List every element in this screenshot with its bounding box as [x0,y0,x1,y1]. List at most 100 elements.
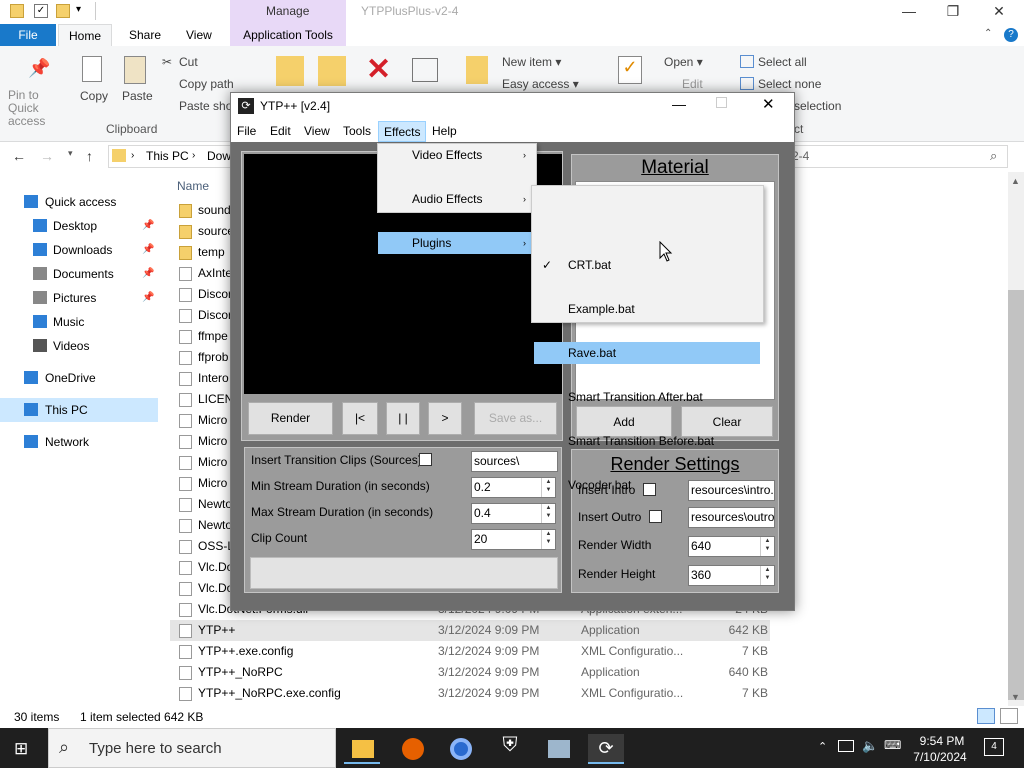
name-column-header[interactable]: Name [177,179,209,193]
next-frame-button[interactable]: > [428,402,462,435]
plugin-item[interactable]: Smart Transition After.bat [534,386,760,408]
insert-transition-checkbox[interactable] [419,453,432,466]
new-folder-ribbon-icon[interactable] [466,56,488,84]
table-row[interactable]: YTP++.exe.config 3/12/2024 9:09 PM XML Con… [170,641,770,662]
sidebar-item-music[interactable]: Music [0,310,158,334]
firefox-taskbar-icon[interactable] [394,734,430,764]
maximize-button[interactable]: ❐ [930,2,976,22]
outro-path-input[interactable]: resources\outro. [688,507,775,528]
taskbar-search[interactable]: ⌕ Type here to search [48,728,336,768]
spin-arrows-icon[interactable]: ▲ ▼ [541,504,555,523]
menu-view[interactable]: View [299,121,335,142]
clip-count-stepper[interactable]: 20 ▲ ▼ [471,529,556,550]
select-none-button[interactable]: Select none [758,77,821,91]
sources-input[interactable]: sources\ [471,451,558,472]
render-height-stepper[interactable]: 360 ▲ ▼ [688,565,775,586]
render-width-stepper[interactable]: 640 ▲ ▼ [688,536,775,557]
up-icon[interactable]: ↑ [86,148,93,164]
clock-date[interactable]: 7/10/2024 [908,750,972,764]
tab-home[interactable]: Home [58,24,113,46]
menu-tools[interactable]: Tools [338,121,376,142]
move-to-icon[interactable] [276,56,304,86]
start-button[interactable]: ⊞ [14,740,32,758]
language-icon[interactable]: ⌨ [884,738,901,752]
sidebar-item-pictures[interactable]: Pictures 📌 [0,286,158,310]
scroll-up-icon[interactable]: ▲ [1011,176,1020,186]
plugin-item[interactable]: ✓ CRT.bat [534,254,760,276]
plugin-item[interactable]: Rave.bat [534,342,760,364]
details-view-icon[interactable] [977,708,995,724]
new-folder-icon[interactable] [56,4,70,18]
menu-item-audio-effects[interactable]: Audio Effects › [378,188,536,210]
recent-locations-icon[interactable]: ▾ [68,148,73,159]
ytp-close-button[interactable]: ✕ [762,95,775,113]
easy-access-button[interactable]: Easy access ▾ [502,77,579,91]
plugin-item[interactable]: Smart Transition Before.bat [534,430,760,452]
plugin-item[interactable]: Vocoder.bat [534,474,760,496]
table-row[interactable]: YTP++_NoRPC.exe.config 3/12/2024 9:09 PM X… [170,683,770,704]
ytp-minimize-button[interactable]: — [672,96,686,112]
paste-button[interactable]: Paste [122,89,153,103]
max-duration-stepper[interactable]: 0.4 ▲ ▼ [471,503,556,524]
app-taskbar-icon[interactable] [540,734,576,764]
first-frame-button[interactable]: |< [342,402,378,435]
pin-icon[interactable]: 📌 [142,262,154,286]
insert-outro-checkbox[interactable] [649,510,662,523]
forward-icon[interactable]: → [40,148,54,164]
clock-time[interactable]: 9:54 PM [914,734,970,748]
pin-quick-access-button[interactable]: Pin to Quick access [8,89,72,128]
invert-selection-button[interactable]: selection [794,99,841,113]
file-explorer-taskbar-icon[interactable] [344,734,380,764]
minimize-button[interactable]: — [886,2,932,22]
table-row[interactable]: YTP++_NoRPC 3/12/2024 9:09 PM Application 6… [170,662,770,683]
breadcrumb-downloads[interactable]: Dow [207,149,231,163]
menu-item-video-effects[interactable]: Video Effects › [378,144,536,166]
ytp-maximize-button[interactable] [716,97,727,108]
help-icon[interactable]: ? [1004,28,1018,42]
pin-icon[interactable]: 📌 [142,214,154,238]
tab-share[interactable]: Share [119,24,171,46]
ytp-taskbar-icon[interactable]: ⟳ [588,734,624,764]
search-icon[interactable]: ⌕ [990,148,997,164]
menu-effects[interactable]: Effects [378,121,427,142]
security-taskbar-icon[interactable]: ⛨ [492,734,528,764]
spin-arrows-icon[interactable]: ▲ ▼ [760,537,774,556]
network-tray-icon[interactable] [838,740,854,752]
ribbon-collapse-icon[interactable]: ⌃ [984,28,992,39]
sidebar-item-network[interactable]: Network [0,430,158,454]
back-icon[interactable]: ← [12,148,26,164]
spin-arrows-icon[interactable]: ▲ ▼ [760,566,774,585]
pause-button[interactable]: | | [386,402,420,435]
sidebar-item-onedrive[interactable]: OneDrive [0,366,158,390]
menu-help[interactable]: Help [427,121,462,142]
tray-chevron-icon[interactable]: ⌃ [818,740,827,753]
copy-button[interactable]: Copy [80,89,108,103]
new-item-button[interactable]: New item ▾ [502,55,561,69]
spin-arrows-icon[interactable]: ▲ ▼ [541,530,555,549]
notification-center-icon[interactable]: 4 [984,738,1004,756]
sidebar-item-quick-access[interactable]: Quick access [0,190,158,214]
close-button[interactable]: ✕ [976,2,1022,22]
menu-edit[interactable]: Edit [265,121,296,142]
menu-file[interactable]: File [232,121,261,142]
properties-icon[interactable]: ✓ [34,4,48,18]
table-row[interactable]: YTP++ 3/12/2024 9:09 PM Application 642 KB [170,620,770,641]
menu-item-plugins[interactable]: Plugins › [378,232,536,254]
copy-to-icon[interactable] [318,56,346,86]
copy-path-button[interactable]: Copy path [179,77,234,91]
scrollbar-thumb[interactable] [1008,290,1024,700]
paste-shortcut-button[interactable]: Paste shor [179,99,236,113]
rename-icon[interactable] [412,58,438,82]
pin-icon[interactable]: 📌 [142,286,154,310]
edit-button[interactable]: Edit [682,77,703,91]
sidebar-item-desktop[interactable]: Desktop 📌 [0,214,158,238]
cut-button[interactable]: Cut [179,55,198,69]
qat-dropdown-icon[interactable]: ▾ [76,4,81,15]
render-button[interactable]: Render [248,402,333,435]
plugin-item[interactable]: Example.bat [534,298,760,320]
breadcrumb-this-pc[interactable]: This PC [146,149,189,163]
open-button[interactable]: Open ▾ [664,55,703,69]
properties-ribbon-icon[interactable]: ✓ [618,56,642,84]
sidebar-item-documents[interactable]: Documents 📌 [0,262,158,286]
select-all-button[interactable]: Select all [758,55,807,69]
